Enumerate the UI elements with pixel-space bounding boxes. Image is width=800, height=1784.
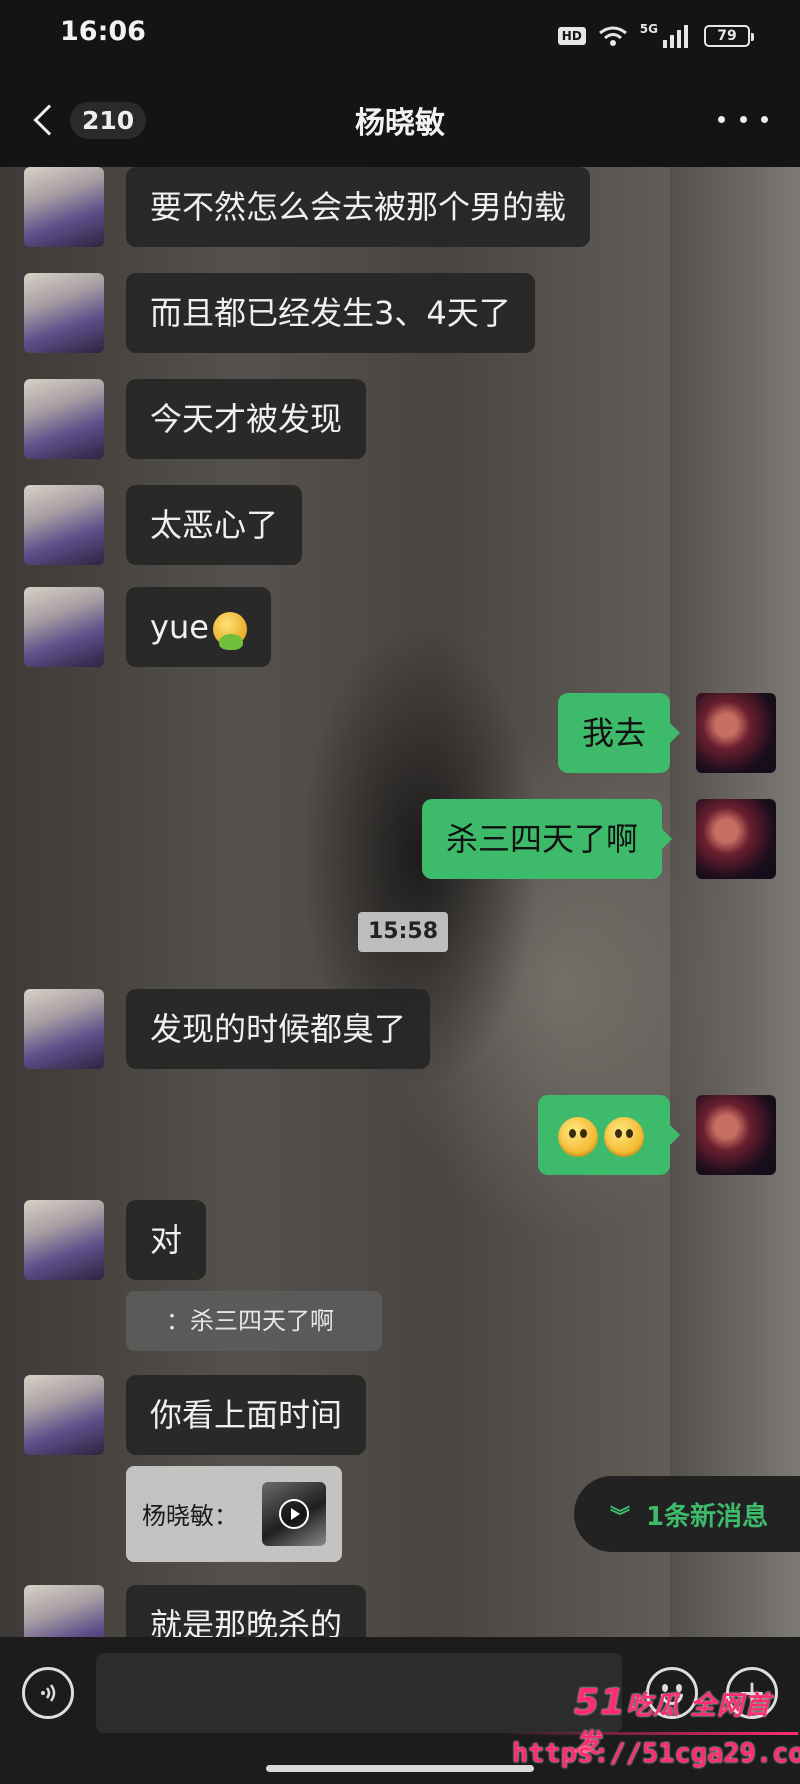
more-options-icon[interactable] bbox=[718, 106, 768, 132]
emoji-smile-mouth bbox=[661, 1694, 683, 1705]
wifi-icon bbox=[598, 26, 627, 46]
new-messages-button[interactable]: ︾ 1条新消息 bbox=[574, 1476, 800, 1552]
smiling-face-emoji-icon bbox=[558, 1117, 598, 1157]
smiling-face-emoji-icon bbox=[604, 1117, 644, 1157]
new-messages-label: 1条新消息 bbox=[646, 1501, 769, 1532]
battery-level: 79 bbox=[717, 28, 737, 44]
my-avatar[interactable] bbox=[696, 1095, 776, 1175]
quoted-sender: 杨晓敏： bbox=[142, 1502, 238, 1530]
quoted-video-message[interactable]: 杨晓敏： bbox=[126, 1466, 342, 1562]
timestamp-divider: 15:58 bbox=[358, 912, 449, 952]
my-avatar[interactable] bbox=[696, 693, 776, 773]
status-bar: 16:06 HD 5G 79 bbox=[0, 0, 800, 72]
chat-title: 杨晓敏 bbox=[355, 106, 445, 141]
emoji-picker-icon[interactable] bbox=[646, 1667, 698, 1719]
incoming-message-bubble[interactable]: 而且都已经发生3、4天了 bbox=[126, 273, 535, 353]
contact-avatar[interactable] bbox=[24, 1375, 104, 1455]
my-avatar[interactable] bbox=[696, 799, 776, 879]
incoming-message-bubble[interactable]: 发现的时候都臭了 bbox=[126, 989, 431, 1069]
contact-avatar[interactable] bbox=[24, 1200, 104, 1280]
contact-avatar[interactable] bbox=[24, 1585, 104, 1637]
input-bar: + bbox=[0, 1637, 800, 1784]
message-input[interactable] bbox=[96, 1653, 622, 1733]
add-attachment-icon[interactable]: + bbox=[726, 1667, 778, 1719]
nauseated-face-emoji-icon bbox=[212, 612, 247, 650]
incoming-message-bubble[interactable]: 今天才被发现 bbox=[126, 379, 367, 459]
chat-message-list[interactable]: 要不然怎么会去被那个男的载 而且都已经发生3、4天了 今天才被发现 太恶心了 y… bbox=[0, 167, 800, 1637]
quoted-message[interactable]: ：杀三四天了啊 bbox=[126, 1291, 382, 1351]
incoming-message-bubble[interactable]: yue bbox=[126, 587, 271, 667]
voice-waves-icon bbox=[41, 1684, 56, 1702]
double-chevron-down-icon: ︾ bbox=[610, 1503, 630, 1528]
incoming-message-bubble[interactable]: 就是那晚杀的 bbox=[126, 1585, 367, 1637]
incoming-message-bubble[interactable]: 对 bbox=[126, 1200, 207, 1280]
signal-icon bbox=[663, 25, 688, 48]
contact-avatar[interactable] bbox=[24, 989, 104, 1069]
outgoing-message-bubble[interactable] bbox=[538, 1095, 680, 1175]
hd-icon: HD bbox=[557, 27, 586, 45]
chat-header: 210 杨晓敏 bbox=[0, 72, 800, 167]
status-icons: HD 5G 79 bbox=[557, 22, 754, 50]
contact-avatar[interactable] bbox=[24, 273, 104, 353]
contact-avatar[interactable] bbox=[24, 379, 104, 459]
battery-icon: 79 bbox=[704, 25, 754, 47]
incoming-message-bubble[interactable]: 太恶心了 bbox=[126, 485, 303, 565]
more-dot bbox=[739, 115, 747, 123]
network-type-label: 5G bbox=[639, 22, 658, 36]
contact-avatar[interactable] bbox=[24, 485, 104, 565]
outgoing-message-bubble[interactable]: 我去 bbox=[558, 693, 681, 773]
outgoing-message-bubble[interactable]: 杀三四天了啊 bbox=[422, 799, 673, 879]
message-text: yue bbox=[150, 608, 209, 646]
contact-avatar[interactable] bbox=[24, 167, 104, 247]
incoming-message-bubble[interactable]: 你看上面时间 bbox=[126, 1375, 367, 1455]
voice-input-icon[interactable] bbox=[22, 1667, 74, 1719]
contact-avatar[interactable] bbox=[24, 587, 104, 667]
more-dot bbox=[761, 115, 768, 123]
home-indicator[interactable] bbox=[266, 1765, 534, 1772]
status-time: 16:06 bbox=[60, 16, 146, 47]
play-icon bbox=[279, 1499, 309, 1529]
incoming-message-bubble[interactable]: 要不然怎么会去被那个男的载 bbox=[126, 167, 591, 247]
more-dot bbox=[718, 115, 725, 123]
video-thumbnail[interactable] bbox=[262, 1482, 326, 1546]
